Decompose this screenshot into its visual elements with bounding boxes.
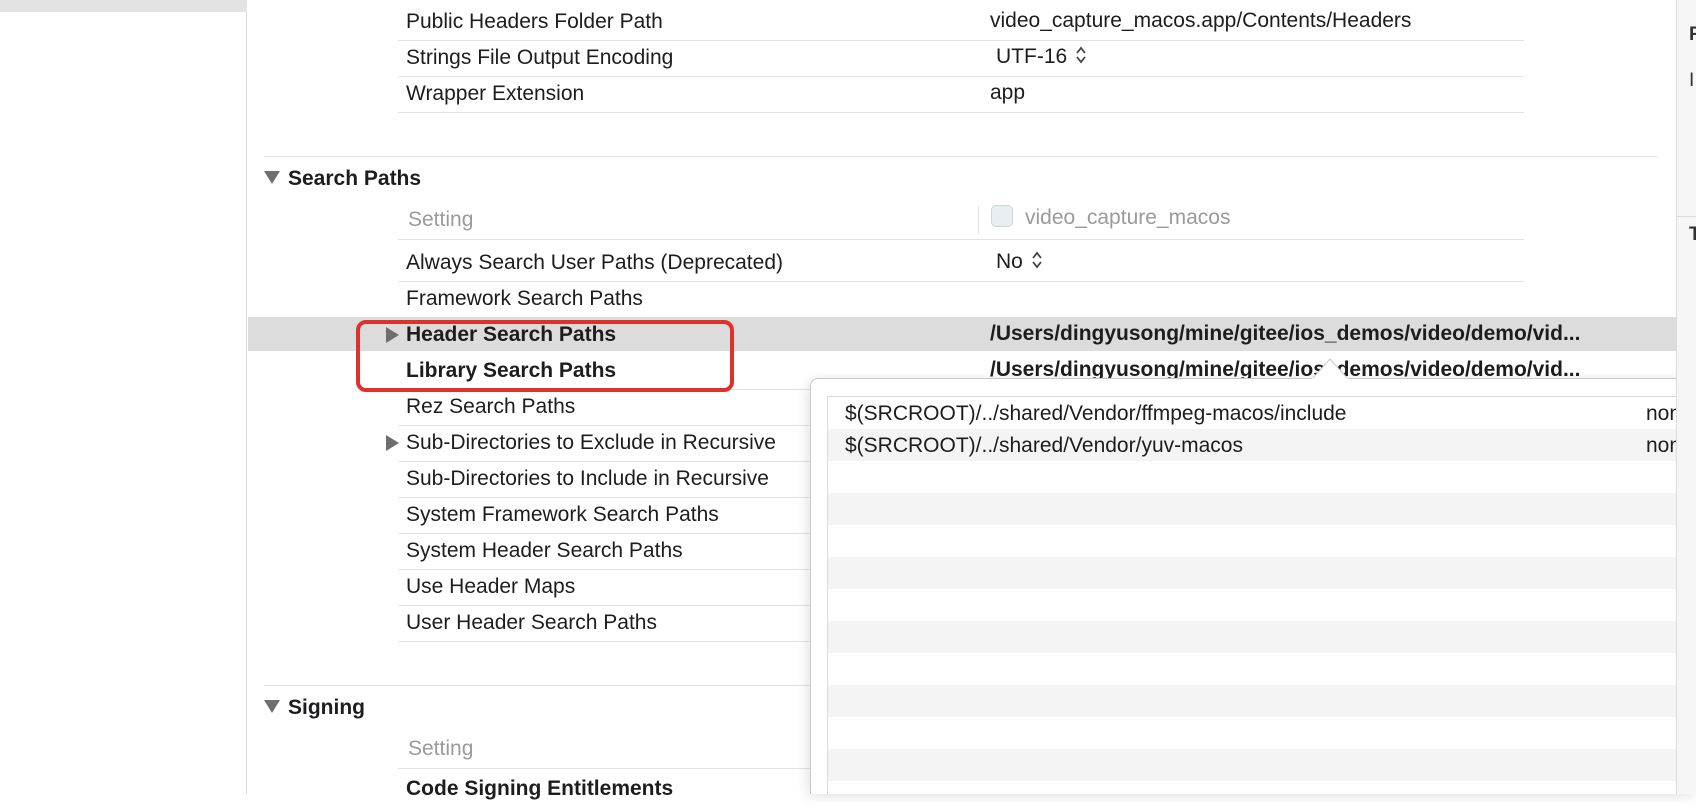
- setting-name: Use Header Maps: [406, 575, 576, 598]
- empty-row: [828, 461, 1696, 493]
- setting-name: Public Headers Folder Path: [406, 10, 663, 33]
- target-name: video_capture_macos: [1025, 206, 1231, 229]
- setting-name: Always Search User Paths (Deprecated): [406, 251, 783, 274]
- setting-row-always-search[interactable]: Always Search User Paths (Deprecated) No: [398, 246, 1524, 282]
- list-item[interactable]: $(SRCROOT)/../shared/Vendor/yuv-macos no…: [828, 429, 1696, 461]
- setting-value[interactable]: /Users/dingyusong/mine/gitee/ios_demos/v…: [990, 322, 1580, 346]
- empty-row: [828, 493, 1696, 525]
- navigator-selected-row[interactable]: [0, 0, 247, 12]
- always-search-popup[interactable]: No: [996, 250, 1043, 274]
- setting-value: UTF-16: [996, 45, 1068, 68]
- empty-row: [828, 525, 1696, 557]
- inspector-divider: [1677, 216, 1696, 217]
- empty-row: [828, 557, 1696, 589]
- setting-row-framework-search[interactable]: Framework Search Paths: [398, 282, 1524, 318]
- inspector-pane: F I T: [1676, 0, 1696, 794]
- inspector-label: T: [1689, 224, 1696, 245]
- section-title: Signing: [288, 696, 365, 719]
- disclosure-triangle-icon[interactable]: [264, 170, 280, 184]
- setting-value[interactable]: video_capture_macos.app/Contents/Headers: [990, 9, 1411, 33]
- column-header-setting: Setting: [408, 208, 474, 231]
- target-app-icon: [991, 205, 1013, 228]
- empty-row: [828, 685, 1696, 717]
- setting-row-wrapper-extension[interactable]: Wrapper Extension app: [398, 77, 1524, 113]
- setting-row-strings-encoding[interactable]: Strings File Output Encoding UTF-16: [398, 41, 1524, 77]
- path-value[interactable]: $(SRCROOT)/../shared/Vendor/ffmpeg-macos…: [845, 402, 1347, 426]
- setting-name: Code Signing Entitlements: [406, 777, 674, 800]
- setting-name: User Header Search Paths: [406, 611, 657, 634]
- setting-name: Rez Search Paths: [406, 395, 576, 418]
- encoding-popup[interactable]: UTF-16: [996, 45, 1087, 69]
- up-down-chevron-icon: [1032, 252, 1042, 269]
- path-value[interactable]: $(SRCROOT)/../shared/Vendor/yuv-macos: [845, 434, 1243, 458]
- inspector-label: I: [1689, 70, 1695, 91]
- up-down-chevron-icon: [1076, 47, 1086, 64]
- setting-name: Wrapper Extension: [406, 82, 585, 105]
- setting-name: System Framework Search Paths: [406, 503, 719, 526]
- section-title: Search Paths: [288, 167, 422, 190]
- setting-name: Sub-Directories to Include in Recursive: [406, 467, 769, 490]
- section-search-paths[interactable]: Search Paths: [264, 167, 421, 191]
- search-paths-list[interactable]: $(SRCROOT)/../shared/Vendor/ffmpeg-macos…: [827, 396, 1696, 794]
- column-header-target: video_capture_macos: [978, 205, 1231, 234]
- setting-name: System Header Search Paths: [406, 539, 683, 562]
- setting-name: Strings File Output Encoding: [406, 46, 674, 69]
- empty-row: [828, 653, 1696, 685]
- column-header-setting: Setting: [408, 737, 474, 760]
- annotation-highlight-box: [356, 320, 734, 392]
- setting-name: Sub-Directories to Exclude in Recursive: [406, 431, 776, 454]
- empty-row: [828, 749, 1696, 781]
- empty-row: [828, 621, 1696, 653]
- setting-name: Framework Search Paths: [406, 287, 643, 310]
- list-item[interactable]: $(SRCROOT)/../shared/Vendor/ffmpeg-macos…: [828, 397, 1696, 429]
- empty-row: [828, 589, 1696, 621]
- expand-triangle-icon[interactable]: [386, 435, 399, 451]
- section-signing[interactable]: Signing: [264, 696, 365, 720]
- inspector-label: F: [1689, 24, 1696, 45]
- navigator-pane: [0, 0, 247, 794]
- setting-value: No: [996, 250, 1023, 273]
- empty-row: [828, 717, 1696, 749]
- section-divider: [264, 156, 1658, 157]
- disclosure-triangle-icon[interactable]: [264, 699, 280, 713]
- popover-arrow: [1312, 358, 1348, 380]
- setting-value[interactable]: app: [990, 81, 1025, 105]
- setting-row-public-headers[interactable]: Public Headers Folder Path video_capture…: [398, 5, 1524, 41]
- column-header-row: Setting video_capture_macos: [398, 200, 1524, 240]
